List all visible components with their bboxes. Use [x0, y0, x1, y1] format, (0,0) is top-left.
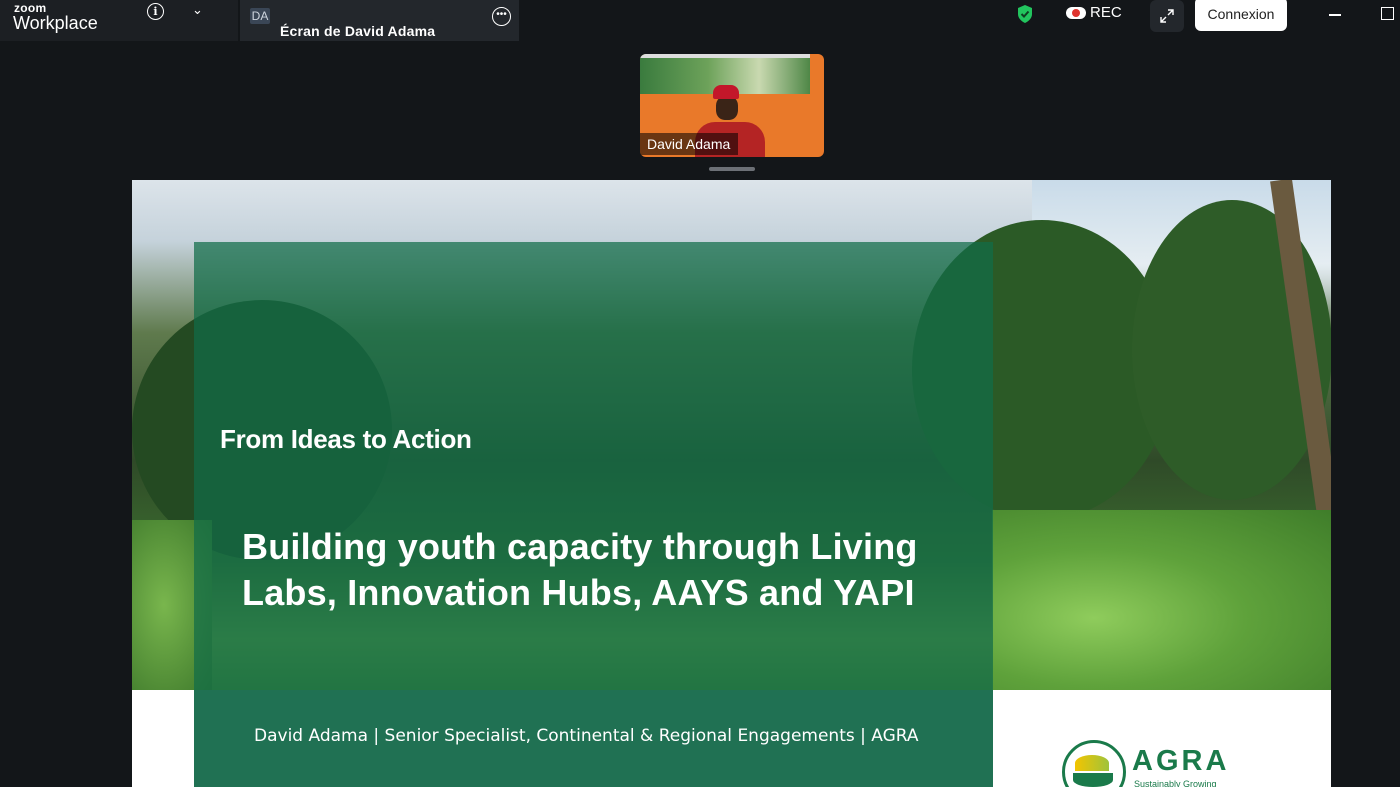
slide-title: Building youth capacity through Living L… — [242, 526, 918, 613]
minimize-icon[interactable] — [1329, 14, 1341, 16]
agra-logo-tagline: Sustainably Growing — [1134, 779, 1217, 787]
avatar: DA — [250, 8, 270, 24]
connexion-button[interactable]: Connexion — [1195, 0, 1287, 31]
slide-byline: David Adama | Senior Specialist, Contine… — [254, 726, 919, 746]
maximize-icon[interactable] — [1381, 7, 1394, 20]
cloud-record-icon — [1066, 7, 1086, 20]
expand-icon[interactable] — [1150, 0, 1184, 32]
photo-crop-field — [992, 510, 1331, 690]
more-options-icon[interactable]: ••• — [492, 7, 511, 26]
screen-share-tab[interactable]: DA Écran de David Adama ••• — [240, 0, 519, 41]
brand-workplace-label: Workplace — [13, 13, 98, 33]
agra-logo: AGRA Sustainably Growing — [1062, 737, 1262, 787]
agra-logo-icon — [1062, 740, 1126, 787]
video-person-face — [716, 96, 738, 120]
shared-screen-slide: From Ideas to Action Building youth capa… — [132, 180, 1331, 787]
recording-indicator[interactable]: REC — [1066, 4, 1122, 21]
participant-video[interactable]: David Adama — [640, 54, 824, 157]
shield-check-icon[interactable] — [1016, 4, 1034, 29]
info-icon[interactable]: i — [147, 3, 164, 20]
zoom-brand: zoom Workplace i ⌄ — [0, 0, 238, 41]
agra-logo-word: AGRA — [1132, 745, 1230, 777]
rec-label: REC — [1090, 4, 1122, 21]
title-bar: zoom Workplace i ⌄ DA Écran de David Ada… — [0, 0, 1400, 41]
chevron-down-icon[interactable]: ⌄ — [192, 2, 203, 18]
share-tab-title: Écran de David Adama — [280, 23, 436, 39]
video-person-cap — [713, 85, 739, 99]
video-resize-handle[interactable] — [709, 167, 755, 171]
participant-name: David Adama — [640, 133, 739, 155]
slide-subtitle: From Ideas to Action — [220, 424, 472, 454]
